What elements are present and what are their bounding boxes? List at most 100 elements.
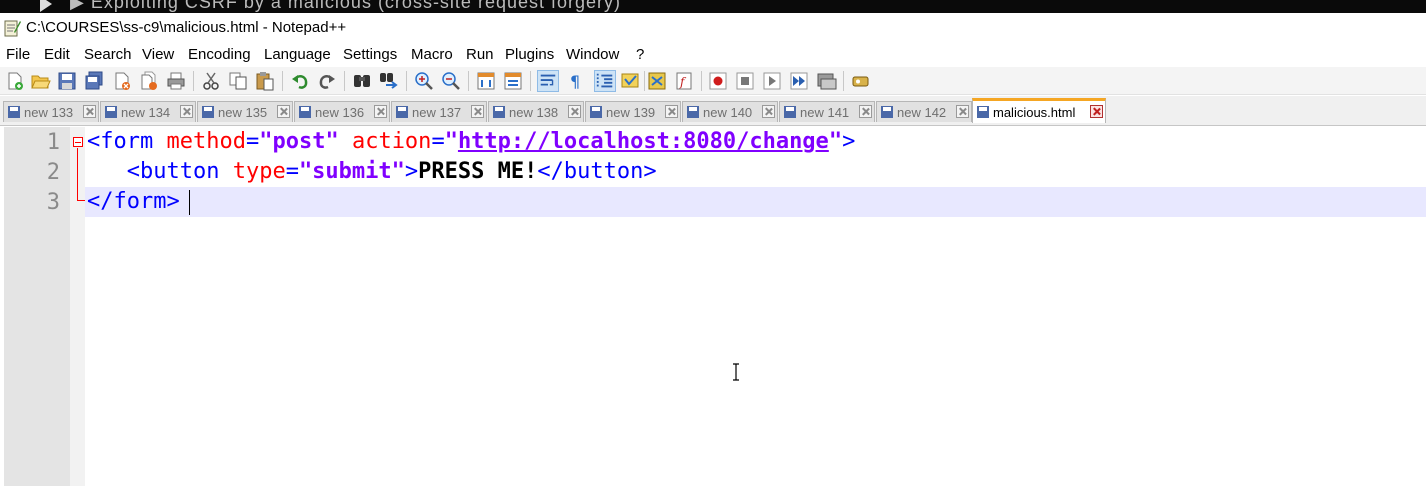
menu-edit[interactable]: Edit xyxy=(44,46,70,63)
close-tab-icon[interactable] xyxy=(471,105,484,118)
close-tab-icon[interactable] xyxy=(180,105,193,118)
tab-label: malicious.html xyxy=(993,105,1076,120)
tab-label: new 141 xyxy=(800,105,850,120)
close-icon[interactable] xyxy=(111,70,133,92)
menu-macro[interactable]: Macro xyxy=(411,46,453,63)
tab-new-136[interactable]: new 136 xyxy=(294,101,390,122)
print-icon[interactable] xyxy=(165,70,187,92)
close-tab-icon[interactable] xyxy=(762,105,775,118)
zoom-out-icon[interactable] xyxy=(440,70,462,92)
text-caret xyxy=(189,190,190,215)
attribute-token: method xyxy=(166,129,246,154)
menu-run[interactable]: Run xyxy=(466,46,494,63)
tab-label: new 135 xyxy=(218,105,268,120)
saved-file-icon xyxy=(590,106,602,118)
menu-window[interactable]: Window xyxy=(566,46,619,63)
toolbar-separator xyxy=(344,71,345,91)
save-all-icon[interactable] xyxy=(83,70,105,92)
save-macro-icon[interactable] xyxy=(815,70,837,92)
close-tab-icon[interactable] xyxy=(665,105,678,118)
line-number: 3 xyxy=(46,190,60,215)
menu-file[interactable]: File xyxy=(6,46,30,63)
menu-settings[interactable]: Settings xyxy=(343,46,397,63)
menu-plugins[interactable]: Plugins xyxy=(505,46,554,63)
tab-malicious-html[interactable]: malicious.html xyxy=(972,98,1106,123)
tag-token: = xyxy=(285,159,299,184)
find-icon[interactable] xyxy=(351,70,373,92)
attribute-token: action xyxy=(351,129,432,154)
ibeam-cursor-icon xyxy=(733,363,739,381)
toolbar: ¶ f xyxy=(0,67,1426,95)
code-line-1: <form method="post" action="http://local… xyxy=(87,129,855,154)
close-tab-icon[interactable] xyxy=(277,105,290,118)
url-link[interactable]: http://localhost:8080/change xyxy=(458,129,829,154)
close-tab-icon[interactable] xyxy=(956,105,969,118)
play-macro-icon[interactable] xyxy=(761,70,783,92)
close-tab-icon[interactable] xyxy=(374,105,387,118)
zoom-in-icon[interactable] xyxy=(413,70,435,92)
document-map-icon[interactable] xyxy=(646,70,668,92)
menu-encoding[interactable]: Encoding xyxy=(188,46,251,63)
close-tab-icon[interactable] xyxy=(83,105,96,118)
fold-line xyxy=(77,148,78,201)
menu-search[interactable]: Search xyxy=(84,46,132,63)
tag-token: </button> xyxy=(537,159,657,184)
toolbar-separator xyxy=(406,71,407,91)
tab-new-139[interactable]: new 139 xyxy=(585,101,681,122)
tab-new-138[interactable]: new 138 xyxy=(488,101,584,122)
line-number: 1 xyxy=(46,130,60,155)
saved-file-icon xyxy=(299,106,311,118)
record-macro-icon[interactable] xyxy=(707,70,729,92)
show-all-chars-icon[interactable]: ¶ xyxy=(564,70,586,92)
video-overlay-strip: ▶ Exploiting CSRF by a malicious (cross-… xyxy=(0,0,1426,13)
new-file-icon[interactable] xyxy=(4,70,26,92)
tab-new-142[interactable]: new 142 xyxy=(876,101,972,122)
tab-new-135[interactable]: new 135 xyxy=(197,101,293,122)
close-tab-icon[interactable] xyxy=(859,105,872,118)
menu-help[interactable]: ? xyxy=(636,46,644,63)
line-number: 2 xyxy=(46,160,60,185)
close-tab-icon[interactable] xyxy=(568,105,581,118)
word-wrap-icon[interactable] xyxy=(537,70,559,92)
toolbar-separator xyxy=(530,71,531,91)
redo-icon[interactable] xyxy=(316,70,338,92)
saved-file-icon xyxy=(687,106,699,118)
tab-new-137[interactable]: new 137 xyxy=(391,101,487,122)
close-all-icon[interactable] xyxy=(138,70,160,92)
sync-horizontal-icon[interactable] xyxy=(502,70,524,92)
tab-new-140[interactable]: new 140 xyxy=(682,101,778,122)
fold-end xyxy=(77,200,85,201)
launch-browser-icon[interactable] xyxy=(849,70,871,92)
open-file-icon[interactable] xyxy=(29,70,51,92)
window-title: C:\COURSES\ss-c9\malicious.html - Notepa… xyxy=(26,19,347,36)
editor-area[interactable]: 1 2 3 <form method="post" action="http:/… xyxy=(0,127,1426,486)
menu-view[interactable]: View xyxy=(142,46,174,63)
tab-label: new 133 xyxy=(24,105,74,120)
run-macro-multiple-icon[interactable] xyxy=(788,70,810,92)
user-language-icon[interactable] xyxy=(619,70,641,92)
tag-token xyxy=(339,129,352,154)
toolbar-separator xyxy=(701,71,702,91)
indent-guide-icon[interactable] xyxy=(594,70,616,92)
fold-collapse-icon[interactable] xyxy=(73,137,83,147)
notepad-icon xyxy=(4,20,21,37)
replace-icon[interactable] xyxy=(378,70,400,92)
function-list-icon[interactable]: f xyxy=(673,70,695,92)
copy-icon[interactable] xyxy=(227,70,249,92)
cut-icon[interactable] xyxy=(200,70,222,92)
save-icon[interactable] xyxy=(56,70,78,92)
menu-language[interactable]: Language xyxy=(264,46,331,63)
tab-label: new 142 xyxy=(897,105,947,120)
play-icon xyxy=(40,0,52,12)
tab-label: new 138 xyxy=(509,105,559,120)
sync-vertical-icon[interactable] xyxy=(475,70,497,92)
paste-icon[interactable] xyxy=(254,70,276,92)
tab-new-133[interactable]: new 133 xyxy=(3,101,99,122)
close-tab-icon[interactable] xyxy=(1090,105,1103,118)
saved-file-icon xyxy=(8,106,20,118)
undo-icon[interactable] xyxy=(289,70,311,92)
stop-macro-icon[interactable] xyxy=(734,70,756,92)
menu-bar: File Edit Search View Encoding Language … xyxy=(0,43,1426,67)
tab-new-134[interactable]: new 134 xyxy=(100,101,196,122)
tab-new-141[interactable]: new 141 xyxy=(779,101,875,122)
